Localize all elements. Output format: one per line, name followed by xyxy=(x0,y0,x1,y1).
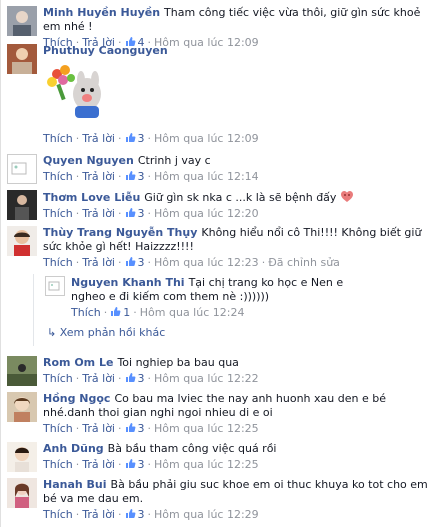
avatar[interactable] xyxy=(7,392,37,422)
timestamp[interactable]: Hôm qua lúc 12:22 xyxy=(154,372,259,385)
comment-text: Ctrinh j vay c xyxy=(137,154,211,167)
avatar[interactable] xyxy=(7,478,37,508)
comment-meta: Thích · Trả lời · 3 · Hôm qua lúc 12:29 xyxy=(43,508,259,521)
commenter-name[interactable]: Anh Dũng xyxy=(43,442,104,455)
thumbs-up-icon xyxy=(125,133,135,142)
thumbs-up-icon xyxy=(125,459,135,468)
timestamp[interactable]: Hôm qua lúc 12:09 xyxy=(154,132,259,145)
commenter-name[interactable]: Phuthuy Caonguyen xyxy=(43,44,168,57)
thumbs-up-icon xyxy=(125,257,135,266)
timestamp[interactable]: Hôm qua lúc 12:24 xyxy=(140,306,245,319)
like-link[interactable]: Thích xyxy=(43,458,73,471)
like-count[interactable]: 3 xyxy=(138,207,145,220)
like-link[interactable]: Thích xyxy=(43,372,73,385)
reply-link[interactable]: Trả lời xyxy=(82,256,115,269)
like-link[interactable]: Thích xyxy=(43,207,73,220)
edited-label[interactable]: Đã chỉnh sửa xyxy=(268,256,340,269)
comment-meta: Thích · Trả lời · 3 · Hôm qua lúc 12:25 xyxy=(43,458,259,471)
thumbs-up-icon xyxy=(111,307,121,316)
like-link[interactable]: Thích xyxy=(71,306,101,319)
comment-meta: Thích · Trả lời · 3 · Hôm qua lúc 12:09 xyxy=(43,132,259,145)
thumbs-up-icon xyxy=(125,423,135,432)
commenter-name[interactable]: Rom Om Le xyxy=(43,356,113,369)
reply-link[interactable]: Trả lời xyxy=(82,508,115,521)
comment-text: Giữ gìn sk nka c ...k là sẽ bệnh đấy xyxy=(144,191,337,204)
reply-link[interactable]: Trả lời xyxy=(82,372,115,385)
reply-link[interactable]: Trả lời xyxy=(82,458,115,471)
thumbs-up-icon xyxy=(125,171,135,180)
comment-meta: Thích · Trả lời · 3 · Hôm qua lúc 12:22 xyxy=(43,372,259,385)
comment-thread: Minh Huyền Huyền Tham công tiếc việc vừa … xyxy=(0,0,442,527)
reply-link[interactable]: Trả lời xyxy=(82,207,115,220)
more-replies-label[interactable]: Xem phản hồi khác xyxy=(60,326,166,339)
avatar[interactable] xyxy=(45,276,65,296)
like-link[interactable]: Thích xyxy=(43,132,73,145)
avatar[interactable] xyxy=(7,44,37,74)
avatar[interactable] xyxy=(7,226,37,256)
like-count[interactable]: 1 xyxy=(123,306,130,319)
reply-arrow-icon: ↳ xyxy=(47,326,57,339)
timestamp[interactable]: Hôm qua lúc 12:29 xyxy=(154,508,259,521)
comment-text: Bà bầu tham công việc quá rồi xyxy=(107,442,277,455)
avatar[interactable] xyxy=(7,356,37,386)
comment-meta: Thích · 1 · Hôm qua lúc 12:24 xyxy=(71,306,245,319)
thumbs-up-icon xyxy=(125,373,135,382)
sticker-image xyxy=(43,60,113,124)
like-count[interactable]: 3 xyxy=(138,372,145,385)
comment-meta: Thích · Trả lời · 3 · Hôm qua lúc 12:14 xyxy=(43,170,259,183)
like-link[interactable]: Thích xyxy=(43,508,73,521)
comment-meta: Thích · Trả lời · 3 · Hôm qua lúc 12:20 xyxy=(43,207,259,220)
like-link[interactable]: Thích xyxy=(43,256,73,269)
commenter-name[interactable]: Nguyen Khanh Thi xyxy=(71,276,185,289)
timestamp[interactable]: Hôm qua lúc 12:14 xyxy=(154,170,259,183)
like-link[interactable]: Thích xyxy=(43,422,73,435)
reply-link[interactable]: Trả lời xyxy=(82,170,115,183)
frowning-emoji-icon xyxy=(340,191,353,202)
comment-meta: Thích · Trả lời · 3 · Hôm qua lúc 12:25 xyxy=(43,422,259,435)
commenter-name[interactable]: Thơm Love Liễu xyxy=(43,191,140,204)
timestamp[interactable]: Hôm qua lúc 12:25 xyxy=(154,458,259,471)
like-count[interactable]: 3 xyxy=(138,422,145,435)
commenter-name[interactable]: Minh Huyền Huyền xyxy=(43,6,160,19)
like-count[interactable]: 3 xyxy=(138,132,145,145)
avatar[interactable] xyxy=(7,442,37,472)
comment-meta: Thích · Trả lời · 3 · Hôm qua lúc 12:23 · Đã chỉ… xyxy=(43,256,340,269)
like-count[interactable]: 3 xyxy=(138,508,145,521)
more-replies-link[interactable]: ↳ Xem phản hồi khác xyxy=(47,326,165,339)
like-count[interactable]: 3 xyxy=(138,170,145,183)
commenter-name[interactable]: Hồng Ngọc xyxy=(43,392,110,405)
reply-link[interactable]: Trả lời xyxy=(82,422,115,435)
reply-link[interactable]: Trả lời xyxy=(82,132,115,145)
timestamp[interactable]: Hôm qua lúc 12:25 xyxy=(154,422,259,435)
avatar[interactable] xyxy=(7,154,37,184)
avatar[interactable] xyxy=(7,6,37,36)
like-link[interactable]: Thích xyxy=(43,170,73,183)
like-count[interactable]: 3 xyxy=(138,458,145,471)
timestamp[interactable]: Hôm qua lúc 12:20 xyxy=(154,207,259,220)
avatar[interactable] xyxy=(7,190,37,220)
thumbs-up-icon xyxy=(125,208,135,217)
timestamp[interactable]: Hôm qua lúc 12:23 xyxy=(154,256,259,269)
comment-text: Toi nghiep ba bau qua xyxy=(117,356,239,369)
like-count[interactable]: 3 xyxy=(138,256,145,269)
thumbs-up-icon xyxy=(125,509,135,518)
commenter-name[interactable]: Quyen Nguyen xyxy=(43,154,134,167)
commenter-name[interactable]: Hanah Bui xyxy=(43,478,107,491)
commenter-name[interactable]: Thùy Trang Nguyễn Thụy xyxy=(43,226,197,239)
reply-thread-line xyxy=(33,274,34,346)
